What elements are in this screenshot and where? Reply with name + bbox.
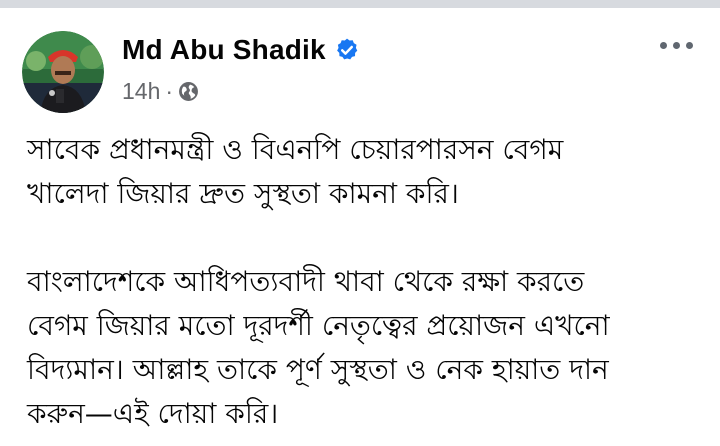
post-paragraph: বাংলাদেশকে আধিপত্যবাদী থাবা থেকে রক্ষা ক…	[27, 260, 713, 436]
meta-separator: ·	[165, 77, 174, 104]
avatar[interactable]	[22, 31, 104, 113]
post-paragraph: সাবেক প্রধানমন্ত্রী ও বিএনপি চেয়ারপারসন…	[27, 128, 713, 216]
post-body: সাবেক প্রধানমন্ত্রী ও বিএনপি চেয়ারপারসন…	[27, 128, 713, 436]
more-options-icon	[672, 41, 680, 49]
more-options-icon	[685, 41, 693, 49]
more-options-icon	[659, 41, 667, 49]
post-text-line: সাবেক প্রধানমন্ত্রী ও বিএনপি চেয়ারপারসন…	[27, 133, 564, 166]
more-options-button[interactable]	[650, 30, 702, 60]
top-divider	[0, 0, 720, 8]
avatar-photo	[22, 31, 104, 113]
post-text-line: বাংলাদেশকে আধিপত্যবাদী থাবা থেকে রক্ষা ক…	[27, 265, 585, 298]
verified-badge-icon	[334, 37, 360, 63]
post-header: Md Abu Shadik	[122, 30, 360, 70]
post-text-line: বিদ্যমান। আল্লাহ তাকে পূর্ণ সুস্থতা ও নে…	[27, 353, 609, 386]
globe-icon[interactable]	[178, 81, 199, 102]
author-name[interactable]: Md Abu Shadik	[122, 34, 326, 66]
post-timestamp[interactable]: 14h	[122, 78, 160, 105]
post-text-line: বেগম জিয়ার মতো দূরদর্শী নেতৃত্বের প্রয়…	[27, 309, 610, 342]
post-text-line: করুন—এই দোয়া করি।	[27, 397, 279, 430]
post-text-line: খালেদা জিয়ার দ্রুত সুস্থতা কামনা করি।	[27, 177, 459, 210]
post-meta: 14h ·	[122, 77, 199, 105]
